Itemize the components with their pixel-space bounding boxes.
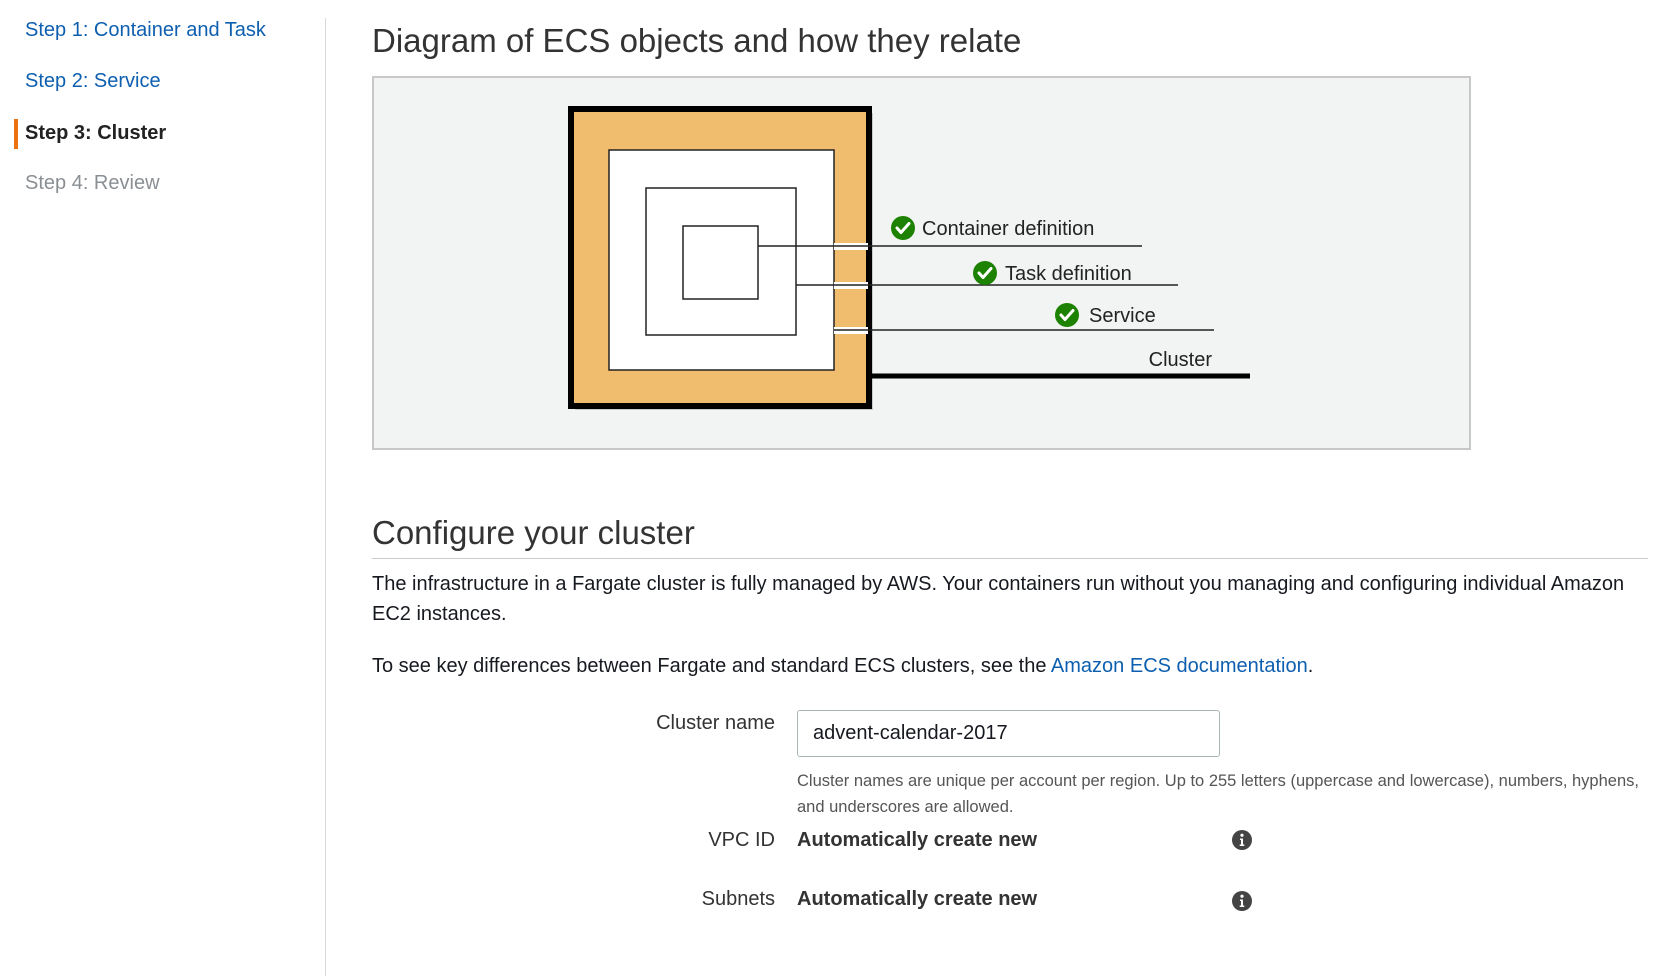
service-label: Service [1089,305,1156,327]
step-3-current: Step 3: Cluster [25,122,167,144]
vpc-id-label: VPC ID [708,829,775,851]
task-definition-label: Task definition [1005,263,1132,285]
step-1-link[interactable]: Step 1: Container and Task [25,17,266,43]
wizard-steps-sidebar: Step 1: Container and Task Step 2: Servi… [0,0,325,976]
cluster-name-label: Cluster name [656,712,775,734]
cluster-label: Cluster [1149,349,1213,371]
active-step-indicator [14,119,18,149]
ecs-documentation-link[interactable]: Amazon ECS documentation [1051,655,1308,677]
vpc-info-icon[interactable] [1232,830,1252,850]
diagram-title: Diagram of ECS objects and how they rela… [372,22,1022,59]
check-circle-icon [973,261,997,285]
container-definition-box [682,225,759,300]
documentation-paragraph: To see key differences between Fargate a… [372,651,1632,681]
heading-divider [372,558,1648,559]
check-circle-icon [1055,303,1079,327]
documentation-suffix: . [1307,655,1314,677]
cluster-name-help: Cluster names are unique per account per… [797,772,1639,816]
cluster-name-input[interactable] [797,710,1220,757]
ecs-diagram-svg: Container definition Task definition Ser… [568,106,1250,410]
ecs-diagram: Container definition Task definition Ser… [372,76,1471,450]
vpc-id-value: Automatically create new [797,829,1038,851]
step-2-link[interactable]: Step 2: Service [25,68,161,94]
documentation-prefix: To see key differences between Fargate a… [372,655,1051,677]
subnets-info-icon[interactable] [1232,891,1252,911]
subnets-label: Subnets [701,888,775,910]
check-circle-icon [891,216,915,240]
sidebar-divider [325,18,326,976]
container-definition-label: Container definition [922,218,1094,240]
configure-heading: Configure your cluster [372,514,695,551]
description-paragraph: The infrastructure in a Fargate cluster … [372,573,1625,625]
step-4-disabled: Step 4: Review [25,172,160,194]
subnets-value: Automatically create new [797,888,1038,910]
